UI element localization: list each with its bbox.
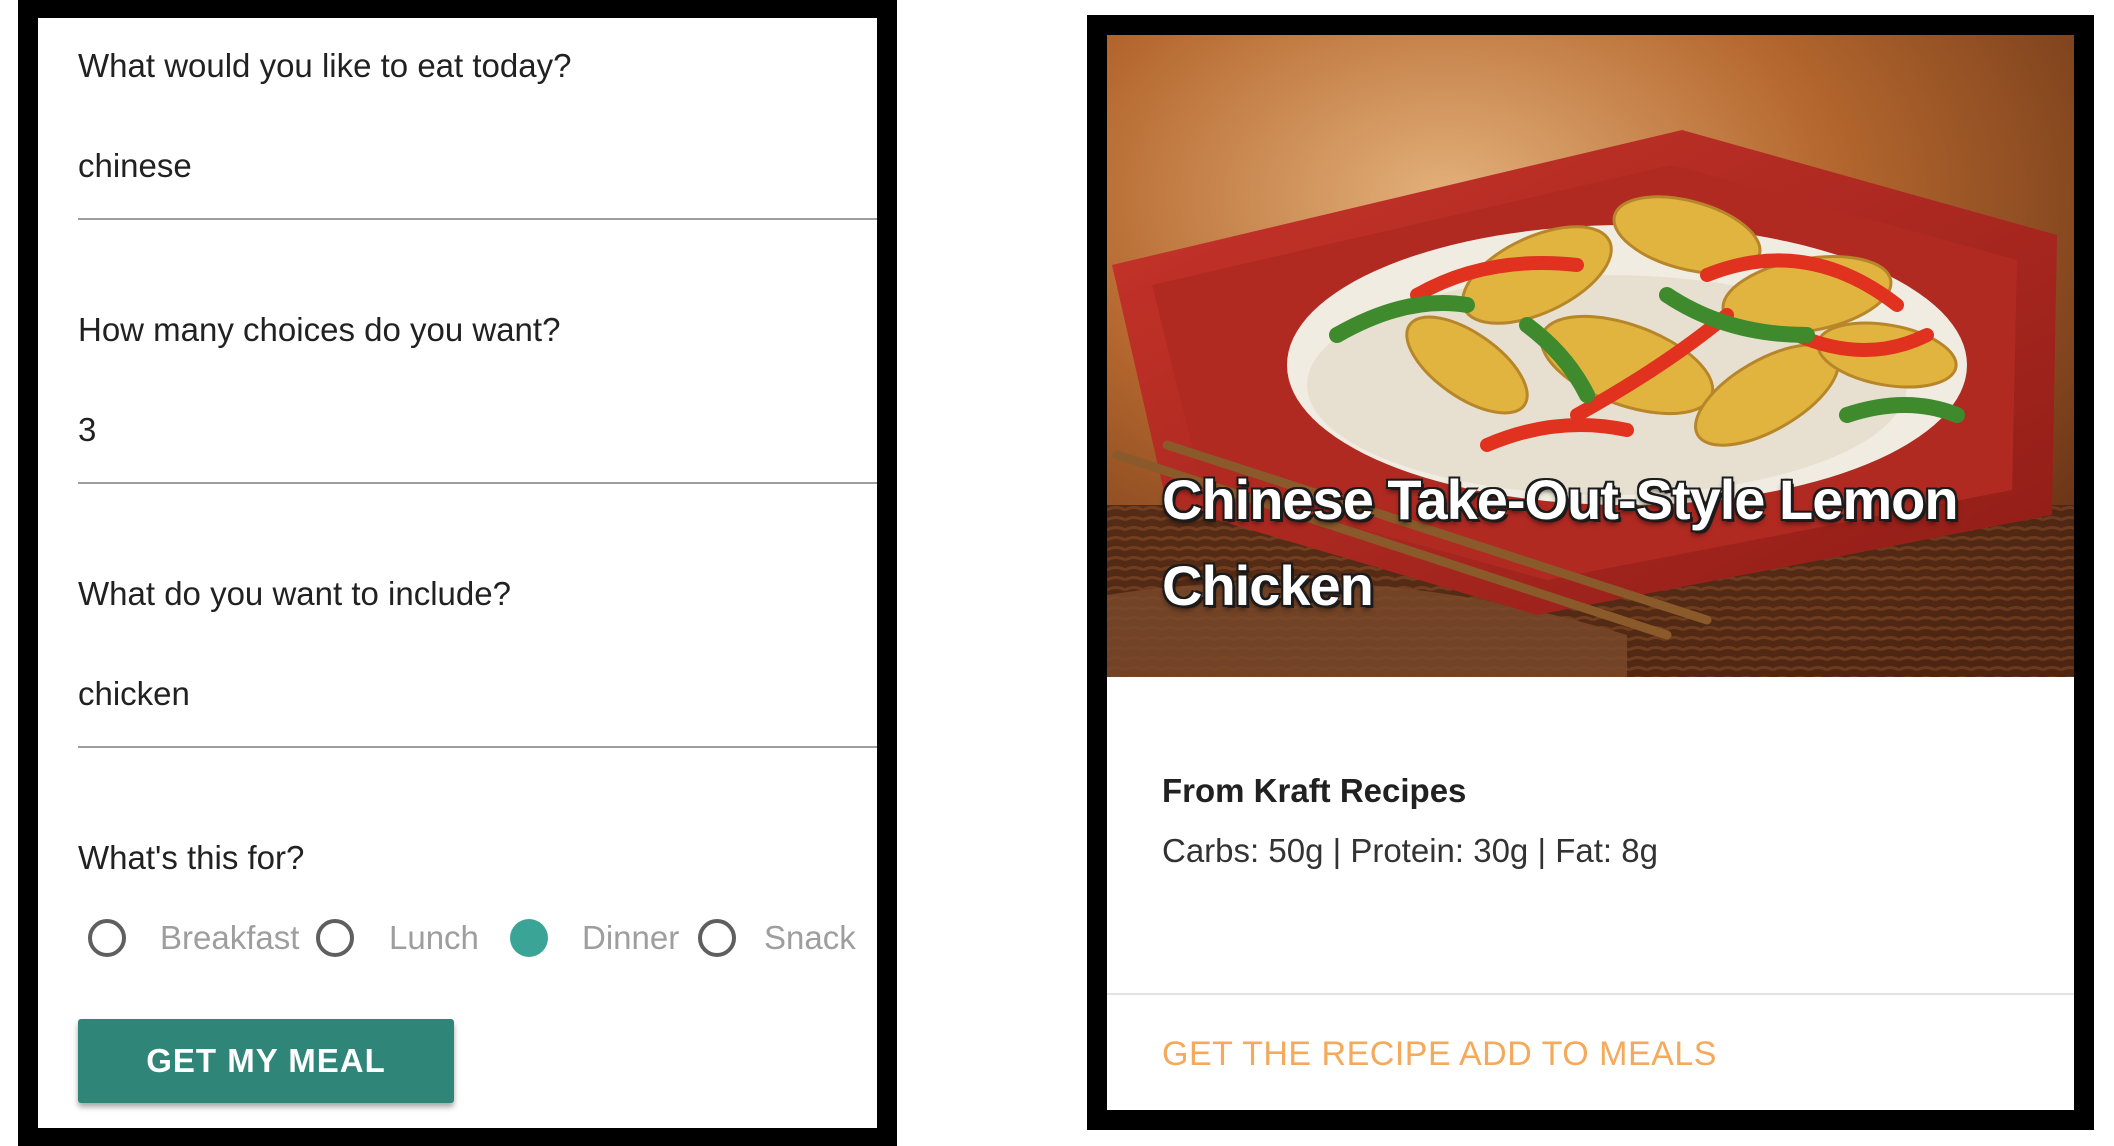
radio-lunch[interactable] (316, 919, 354, 957)
add-to-meals-button[interactable]: ADD TO MEALS (1459, 1035, 1717, 1074)
radio-dinner[interactable] (510, 919, 548, 957)
recipe-source: From Kraft Recipes (1162, 772, 1467, 809)
include-input[interactable] (78, 674, 858, 714)
meal-type-label: What's this for? (78, 839, 305, 876)
radio-label-dinner[interactable]: Dinner (582, 916, 679, 960)
choices-label: How many choices do you want? (78, 311, 561, 348)
form-frame: What would you like to eat today? How ma… (18, 0, 897, 1146)
include-underline (78, 746, 877, 748)
recipe-title: Chinese Take-Out-Style Lemon Chicken (1162, 468, 1959, 617)
cuisine-field: What would you like to eat today? (78, 46, 877, 220)
choices-underline (78, 482, 877, 484)
get-my-meal-button[interactable]: GET MY MEAL (78, 1019, 454, 1103)
radio-label-breakfast[interactable]: Breakfast (160, 916, 299, 960)
radio-snack[interactable] (698, 919, 736, 957)
recipe-card: Chinese Take-Out-Style Lemon Chicken Fro… (1107, 35, 2074, 1110)
get-recipe-button[interactable]: GET THE RECIPE (1162, 1035, 1451, 1074)
meal-form: What would you like to eat today? How ma… (38, 18, 877, 1128)
include-field: What do you want to include? (78, 574, 877, 748)
recipe-photo: Chinese Take-Out-Style Lemon Chicken (1107, 35, 2074, 677)
radio-label-snack[interactable]: Snack (764, 916, 856, 960)
choices-field: How many choices do you want? (78, 310, 877, 484)
cuisine-label: What would you like to eat today? (78, 47, 572, 84)
include-label: What do you want to include? (78, 575, 511, 612)
meal-type-field: What's this for? (78, 838, 877, 878)
recipe-macros: Carbs: 50g | Protein: 30g | Fat: 8g (1162, 832, 1658, 869)
meal-type-radio-group: Breakfast Lunch Dinner Snack (78, 916, 877, 966)
choices-input[interactable] (78, 410, 858, 450)
card-frame: Chinese Take-Out-Style Lemon Chicken Fro… (1087, 15, 2094, 1130)
cuisine-underline (78, 218, 877, 220)
radio-breakfast[interactable] (88, 919, 126, 957)
radio-label-lunch[interactable]: Lunch (389, 916, 479, 960)
cuisine-input[interactable] (78, 146, 858, 186)
card-divider (1107, 993, 2074, 995)
